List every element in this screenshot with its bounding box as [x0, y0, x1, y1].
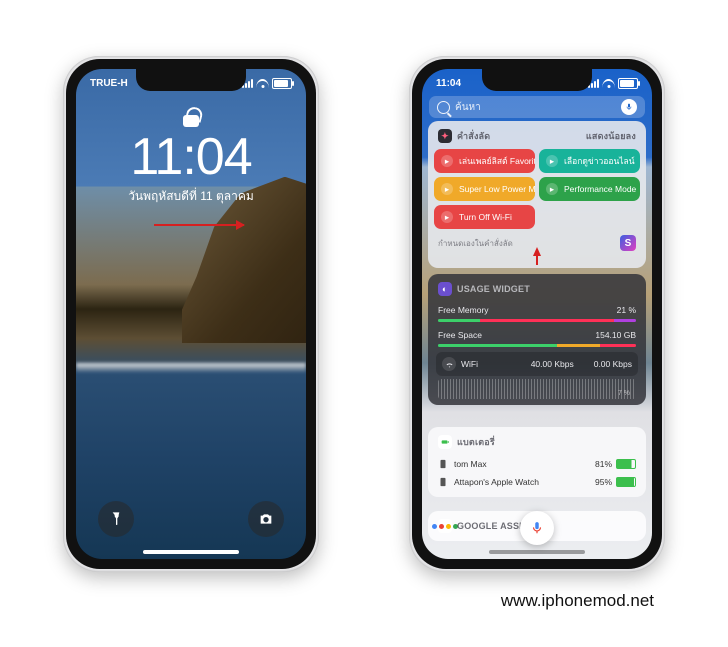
- shortcut-icon: ▸: [546, 155, 558, 167]
- search-icon: [437, 101, 450, 114]
- wifi-usage-row: WiFi 40.00 Kbps 0.00 Kbps: [436, 352, 638, 376]
- device-icon: [438, 476, 448, 488]
- shortcut-icon: ▸: [441, 183, 453, 195]
- battery-pct: 95%: [595, 477, 612, 487]
- search-input[interactable]: ค้นหา: [429, 96, 645, 118]
- wifi-icon: [256, 79, 269, 88]
- shortcut-tile[interactable]: ▸ Performance Mode: [539, 177, 640, 201]
- dictation-button[interactable]: [621, 99, 637, 115]
- batteries-icon: [438, 435, 452, 449]
- shortcut-label: Super Low Power M...: [459, 184, 535, 194]
- home-indicator[interactable]: [489, 550, 585, 554]
- lock-time: 11:04: [76, 131, 306, 183]
- shortcut-label: Performance Mode: [564, 184, 636, 194]
- batteries-widget: แบตเตอรี่ tom Max 81% Attapon's Apple Watc…: [428, 427, 646, 497]
- shortcut-icon: ▸: [546, 183, 558, 195]
- search-placeholder: ค้นหา: [455, 100, 621, 115]
- shortcuts-launch-icon[interactable]: S: [620, 235, 636, 251]
- battery-row: tom Max 81%: [434, 455, 640, 473]
- shortcut-icon: ▸: [441, 211, 453, 223]
- phone-left: TRUE-H 11:04 วันพฤหัสบดีที่ 11 ตุลาคม: [63, 56, 319, 572]
- assistant-mic-button[interactable]: [520, 511, 554, 545]
- free-space-bar: [438, 344, 636, 347]
- shortcut-icon: ▸: [441, 155, 453, 167]
- wifi-label: WiFi: [461, 359, 478, 369]
- camera-button[interactable]: [248, 501, 284, 537]
- shortcuts-app-icon: ✦: [438, 129, 452, 143]
- shortcut-label: เล่นเพลย์ลิสต์ Favorite...: [459, 154, 535, 168]
- notch: [482, 69, 592, 91]
- free-memory-label: Free Memory: [438, 305, 489, 315]
- show-less-button[interactable]: แสดงน้อยลง: [586, 129, 636, 143]
- shortcuts-title: คำสั่งลัด: [457, 129, 490, 143]
- shortcut-tile[interactable]: ▸ เล่นเพลย์ลิสต์ Favorite...: [434, 149, 535, 173]
- status-time: 11:04: [436, 78, 461, 89]
- wifi-icon: [442, 357, 456, 371]
- shortcut-tile[interactable]: ▸ เลือกดูข่าวออนไลน์: [539, 149, 640, 173]
- wifi-down-value: 0.00 Kbps: [594, 359, 632, 369]
- wifi-up-value: 40.00 Kbps: [531, 359, 574, 369]
- carrier-label: TRUE-H: [90, 78, 128, 89]
- battery-pct: 81%: [595, 459, 612, 469]
- battery-row: Attapon's Apple Watch 95%: [434, 473, 640, 491]
- usage-title: USAGE WIDGET: [457, 284, 530, 294]
- shortcut-label: Turn Off Wi-Fi: [459, 212, 512, 222]
- usage-widget: ◐ USAGE WIDGET Free Memory 21 % Free Spa…: [428, 274, 646, 405]
- battery-icon: [618, 78, 638, 89]
- free-space-value: 154.10 GB: [595, 330, 636, 340]
- battery-icon: [272, 78, 292, 89]
- batteries-title: แบตเตอรี่: [457, 435, 495, 449]
- flashlight-button[interactable]: [98, 501, 134, 537]
- credit-label: www.iphonemod.net: [501, 591, 654, 611]
- usage-app-icon: ◐: [438, 282, 452, 296]
- battery-icon: [616, 459, 636, 469]
- home-indicator[interactable]: [143, 550, 239, 554]
- wave-pct: 7 %: [618, 390, 630, 397]
- device-icon: [438, 458, 448, 470]
- shortcut-tile[interactable]: ▸ Turn Off Wi-Fi: [434, 205, 535, 229]
- lock-unlocked-icon: [183, 107, 199, 127]
- lock-date: วันพฤหัสบดีที่ 11 ตุลาคม: [76, 187, 306, 206]
- shortcut-tile[interactable]: ▸ Super Low Power M...: [434, 177, 535, 201]
- device-name: Attapon's Apple Watch: [454, 477, 539, 487]
- battery-icon: [616, 477, 636, 487]
- phone-right: 11:04 ค้นหา ✦ คำสั่งลั: [409, 56, 665, 572]
- free-memory-bar: [438, 319, 636, 322]
- wifi-icon: [602, 79, 615, 88]
- shortcut-label: เลือกดูข่าวออนไลน์: [564, 154, 635, 168]
- create-shortcut-hint: กำหนดเองในคำสั่งลัด: [438, 237, 513, 250]
- notch: [136, 69, 246, 91]
- free-space-label: Free Space: [438, 330, 482, 340]
- google-assistant-icon: [438, 519, 452, 533]
- wifi-waveform: 7 %: [438, 379, 636, 399]
- device-name: tom Max: [454, 459, 487, 469]
- shortcuts-widget: ✦ คำสั่งลัด แสดงน้อยลง ▸ เล่นเพลย์ลิสต์ F…: [428, 121, 646, 268]
- annotation-arrow-icon: [154, 224, 244, 226]
- free-memory-value: 21 %: [617, 305, 636, 315]
- annotation-arrow-icon: [533, 247, 541, 256]
